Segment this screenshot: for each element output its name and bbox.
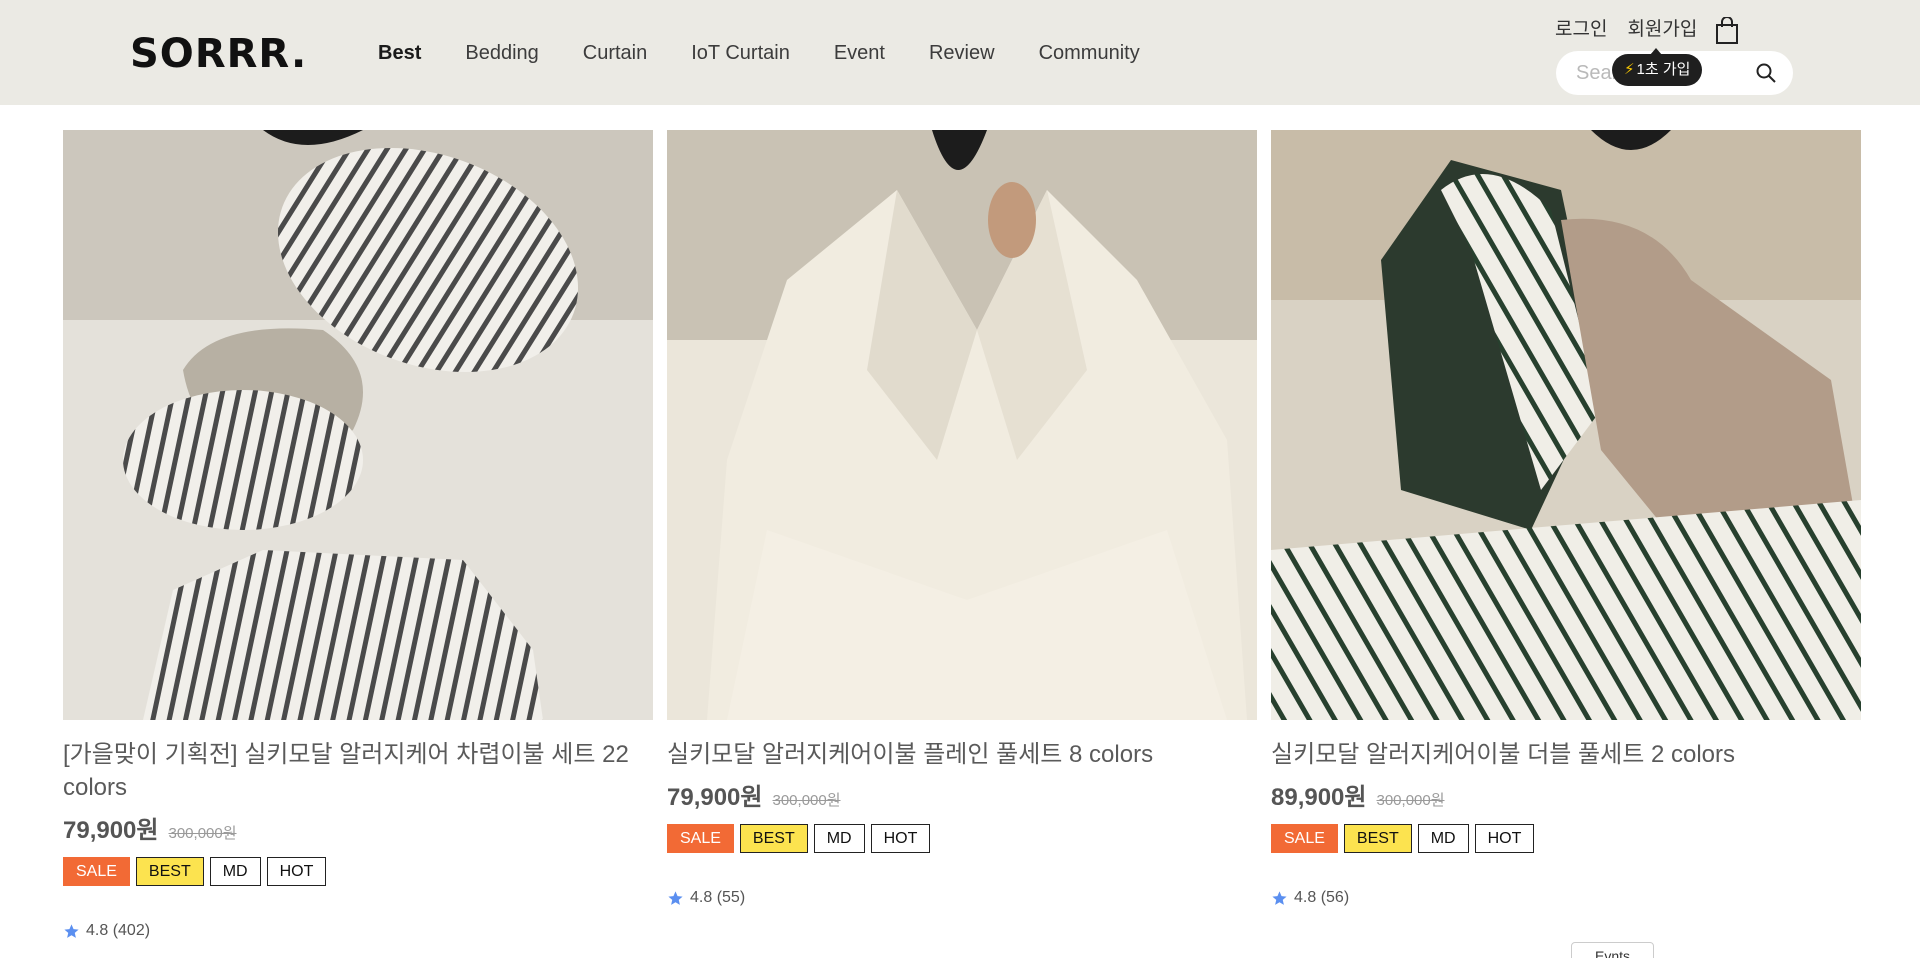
nav-item-event[interactable]: Event [834,40,885,66]
product-title[interactable]: 실키모달 알러지케어이불 더블 풀세트 2 colors [1271,738,1861,771]
price-row: 79,900원 300,000원 [667,777,1257,812]
signup-tooltip-text: 1초 가입 [1636,61,1691,78]
sale-price: 79,900원 [63,817,159,844]
best-badge: BEST [1343,824,1412,853]
search-icon[interactable] [1755,62,1777,84]
original-price: 300,000원 [168,825,237,842]
sale-badge: SALE [1271,824,1338,853]
nav-item-community[interactable]: Community [1039,40,1140,66]
product-image[interactable] [667,130,1257,720]
star-icon [1272,890,1287,905]
rating: 4.8 (55) [667,889,1257,907]
sale-price: 89,900원 [1271,784,1367,811]
hot-badge: HOT [266,857,327,886]
nav-item-review[interactable]: Review [929,40,995,66]
login-link[interactable]: 로그인 [1555,18,1607,42]
site-header: SORRR. Best Bedding Curtain IoT Curtain … [0,0,1920,105]
sale-badge: SALE [63,857,130,886]
rating-text: 4.8 (56) [1294,889,1350,906]
best-badge: BEST [135,857,204,886]
price-row: 79,900원 300,000원 [63,810,653,845]
account-links: 로그인 회원가입 [1555,18,1697,42]
rating: 4.8 (402) [63,922,653,940]
sale-badge: SALE [667,824,734,853]
badge-list: SALE BEST MD HOT [1271,824,1861,853]
star-icon [668,890,683,905]
floating-events-tab[interactable]: Evnts [1571,942,1654,958]
lightning-icon: ⚡ [1624,61,1635,78]
hot-badge: HOT [1474,824,1535,853]
shopping-bag-icon[interactable] [1715,17,1739,45]
price-row: 89,900원 300,000원 [1271,777,1861,812]
product-card[interactable]: 실키모달 알러지케어이불 더블 풀세트 2 colors 89,900원 300… [1271,130,1861,907]
nav-item-bedding[interactable]: Bedding [465,40,538,66]
product-image[interactable] [63,130,653,720]
badge-list: SALE BEST MD HOT [63,857,653,886]
product-title[interactable]: [가을맞이 기획전] 실키모달 알러지케어 차렵이불 세트 22 colors [63,738,653,804]
logo[interactable]: SORRR. [130,30,307,78]
product-image[interactable] [1271,130,1861,720]
sale-price: 79,900원 [667,784,763,811]
product-card[interactable]: 실키모달 알러지케어이불 플레인 풀세트 8 colors 79,900원 30… [667,130,1257,907]
nav-item-iot-curtain[interactable]: IoT Curtain [691,40,790,66]
md-badge: MD [1417,824,1469,853]
rating: 4.8 (56) [1271,889,1861,907]
md-badge: MD [209,857,261,886]
badge-list: SALE BEST MD HOT [667,824,1257,853]
product-card[interactable]: [가을맞이 기획전] 실키모달 알러지케어 차렵이불 세트 22 colors … [63,130,653,940]
signup-link[interactable]: 회원가입 [1627,18,1697,42]
nav-item-curtain[interactable]: Curtain [583,40,647,66]
rating-text: 4.8 (55) [690,889,746,906]
md-badge: MD [813,824,865,853]
product-title[interactable]: 실키모달 알러지케어이불 플레인 풀세트 8 colors [667,738,1257,771]
best-badge: BEST [739,824,808,853]
rating-text: 4.8 (402) [86,922,151,939]
star-icon [64,923,79,938]
nav-item-best[interactable]: Best [378,40,421,66]
signup-tooltip[interactable]: ⚡ 1초 가입 [1612,48,1703,86]
original-price: 300,000원 [772,792,841,809]
hot-badge: HOT [870,824,931,853]
original-price: 300,000원 [1376,792,1445,809]
main-nav: Best Bedding Curtain IoT Curtain Event R… [378,40,1140,66]
